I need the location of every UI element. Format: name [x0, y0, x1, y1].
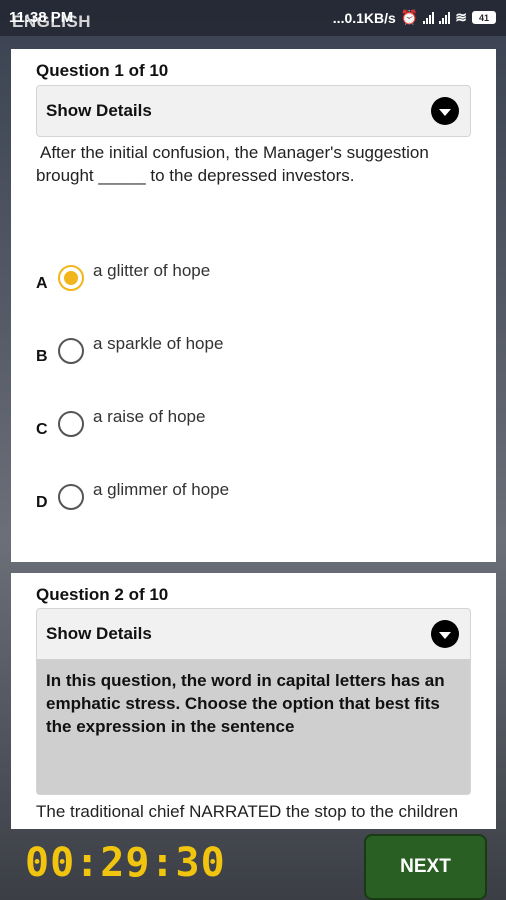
details-content: In this question, the word in capital le… [37, 659, 470, 794]
option-a[interactable]: A a glitter of hope [33, 261, 473, 301]
status-bar: ENGLISH 11:38 PM ...0.1KB/s ⏰ ≋ 41 [0, 0, 506, 36]
radio-button[interactable] [58, 338, 84, 364]
signal-icon [423, 11, 435, 24]
signal-icon-2 [439, 11, 451, 24]
option-letter: A [36, 275, 48, 292]
option-letter: B [36, 348, 48, 365]
radio-button[interactable] [58, 484, 84, 510]
question-card-2: Question 2 of 10 Show Details In this qu… [11, 573, 496, 829]
alarm-icon: ⏰ [400, 9, 419, 25]
question-counter: Question 1 of 10 [36, 61, 169, 80]
status-time: 11:38 PM [9, 9, 74, 26]
option-b[interactable]: B a sparkle of hope [33, 334, 473, 374]
countdown-timer: 00:29:30 [25, 840, 226, 886]
status-icons: ...0.1KB/s ⏰ ≋ 41 [333, 9, 496, 26]
show-details-dropdown[interactable]: Show Details In this question, the word … [36, 608, 471, 795]
question-card-1: Question 1 of 10 Show Details After the … [11, 49, 496, 562]
question-text: The traditional chief NARRATED the stop … [36, 802, 459, 821]
next-button[interactable]: NEXT [364, 834, 487, 900]
battery-level: 41 [478, 12, 489, 23]
option-letter: D [36, 494, 48, 511]
option-text[interactable]: a glimmer of hope [93, 480, 229, 500]
option-letter: C [36, 421, 48, 438]
question-counter: Question 2 of 10 [36, 585, 169, 604]
question-text: After the initial confusion, the Manager… [36, 143, 429, 185]
chevron-down-icon[interactable] [431, 97, 459, 125]
show-details-dropdown[interactable]: Show Details [36, 85, 471, 137]
show-details-label: Show Details [46, 101, 152, 120]
wifi-icon: ≋ [455, 9, 467, 25]
radio-button[interactable] [58, 411, 84, 437]
option-d[interactable]: D a glimmer of hope [33, 480, 473, 520]
chevron-down-icon[interactable] [431, 620, 459, 648]
option-text[interactable]: a raise of hope [93, 407, 205, 427]
show-details-label: Show Details [46, 624, 152, 643]
radio-button-selected[interactable] [58, 265, 84, 291]
option-text[interactable]: a glitter of hope [93, 261, 210, 281]
option-text[interactable]: a sparkle of hope [93, 334, 223, 354]
option-c[interactable]: C a raise of hope [33, 407, 473, 447]
network-speed: ...0.1KB/s [332, 9, 396, 26]
battery-icon: 41 [472, 11, 496, 24]
